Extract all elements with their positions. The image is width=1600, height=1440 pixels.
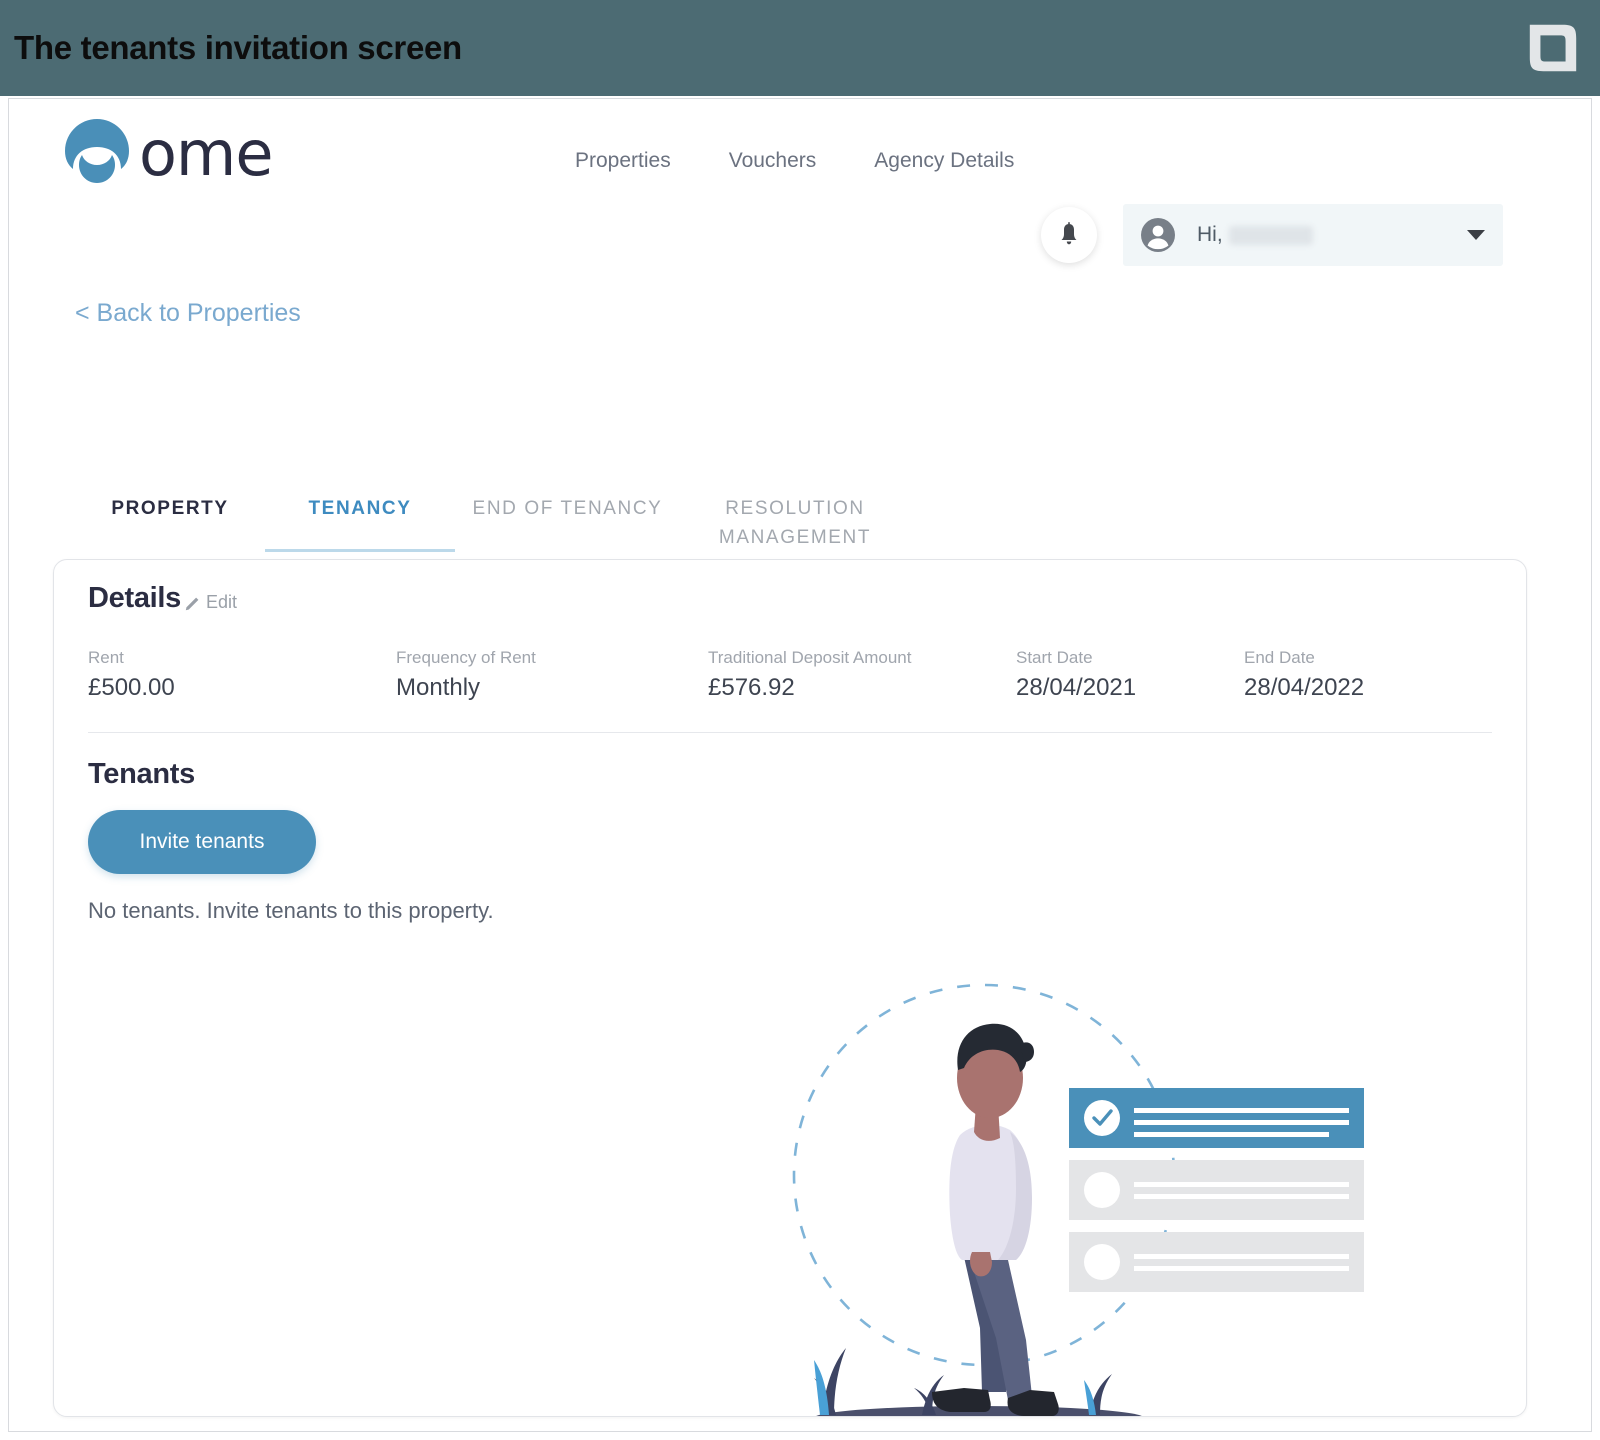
field-start-date: Start Date 28/04/2021 [1016, 648, 1244, 702]
brand-logo-text: ome [139, 117, 273, 190]
invite-tenants-button[interactable]: Invite tenants [88, 810, 316, 874]
field-start-date-label: Start Date [1016, 648, 1093, 667]
field-frequency-value: Monthly [396, 674, 481, 701]
pencil-icon [185, 597, 199, 610]
tab-bar: PROPERTY TENANCY END OF TENANCY RESOLUTI… [75, 477, 1525, 555]
field-start-date-value: 28/04/2021 [1016, 674, 1137, 701]
checklist-row-2 [1069, 1160, 1364, 1220]
checklist-row-1 [1069, 1088, 1364, 1148]
field-end-date-value: 28/04/2022 [1244, 674, 1365, 701]
checklist-row-3 [1069, 1232, 1364, 1292]
back-to-properties-link[interactable]: < Back to Properties [75, 299, 301, 328]
user-greeting: Hi, [1197, 223, 1223, 246]
user-avatar-icon [1141, 218, 1175, 252]
section-divider [88, 732, 1492, 733]
nav-item-vouchers[interactable]: Vouchers [729, 149, 817, 173]
brand-logo[interactable]: ome [61, 115, 273, 190]
field-rent-value: £500.00 [88, 674, 175, 701]
edit-details-button[interactable]: Edit [184, 592, 237, 613]
chevron-down-icon [1467, 230, 1485, 240]
screenshot-root: The tenants invitation screen ome Proper… [0, 0, 1600, 1440]
field-traditional-deposit-amount: Traditional Deposit Amount £576.92 [708, 648, 1016, 702]
main-nav: Properties Vouchers Agency Details [575, 149, 1014, 173]
notifications-button[interactable] [1041, 207, 1097, 263]
field-rent-label: Rent [88, 648, 124, 667]
active-tab-underline [265, 548, 455, 552]
app-window: ome Properties Vouchers Agency Details H… [8, 98, 1592, 1432]
nav-item-properties[interactable]: Properties [575, 149, 671, 173]
tenants-heading: Tenants [88, 758, 195, 790]
nav-item-agency-details[interactable]: Agency Details [874, 149, 1014, 173]
site-header: ome Properties Vouchers Agency Details H… [9, 99, 1591, 266]
edit-details-label: Edit [206, 592, 238, 612]
field-rent: Rent £500.00 [88, 648, 396, 702]
empty-state-person-checklist-illustration [792, 983, 1364, 1416]
field-frequency-of-rent: Frequency of Rent Monthly [396, 648, 708, 702]
details-heading: Details [88, 582, 181, 614]
tab-tenancy-label: TENANCY [308, 498, 412, 519]
tab-resolution-management[interactable]: RESOLUTION MANAGEMENT [680, 477, 910, 552]
field-frequency-label: Frequency of Rent [396, 648, 536, 667]
field-deposit-label: Traditional Deposit Amount [708, 648, 912, 667]
field-deposit-value: £576.92 [708, 674, 795, 701]
tenancy-card: Details Edit Rent £500.00 Frequency of R… [53, 559, 1527, 1417]
user-name-redacted [1228, 225, 1313, 245]
field-end-date-label: End Date [1244, 648, 1315, 667]
tab-tenancy[interactable]: TENANCY [265, 477, 455, 552]
bell-icon [1061, 222, 1077, 245]
details-field-row: Rent £500.00 Frequency of Rent Monthly T… [88, 648, 1492, 702]
field-end-date: End Date 28/04/2022 [1244, 648, 1492, 702]
tab-property[interactable]: PROPERTY [75, 477, 265, 524]
user-menu[interactable]: Hi, [1123, 204, 1503, 266]
leaf-logo-icon [1529, 24, 1577, 72]
page-banner: The tenants invitation screen [0, 0, 1600, 96]
page-title: The tenants invitation screen [14, 29, 462, 66]
tab-end-of-tenancy[interactable]: END OF TENANCY [455, 477, 680, 524]
tenants-empty-message: No tenants. Invite tenants to this prope… [88, 898, 494, 923]
ome-circle-logo-icon [65, 119, 129, 183]
